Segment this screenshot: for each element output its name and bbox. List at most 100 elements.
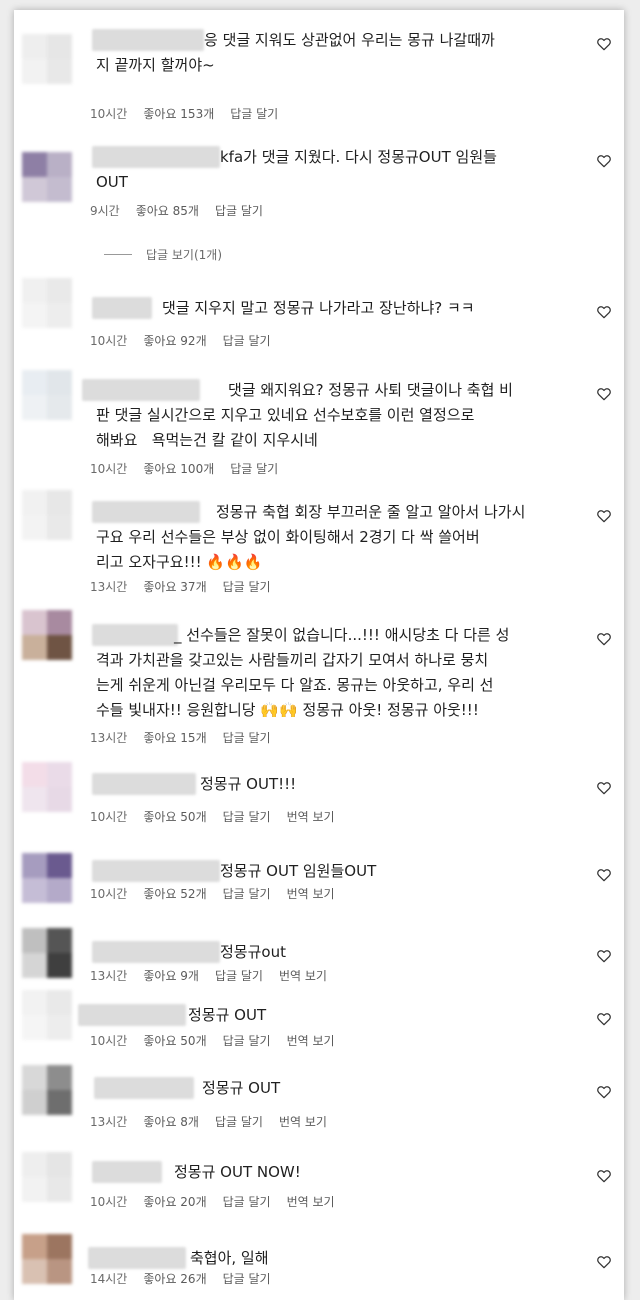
comment-text: 정몽규 OUT [96,1003,596,1028]
raised-hands-emoji: 🙌🙌 [255,701,298,719]
comment-body: 응 댓글 지워도 상관없어 우리는 몽규 나갈때까 지 끝까지 할꺼야~ [96,31,495,74]
reply-button[interactable]: 답글 달기 [215,1113,263,1130]
reply-button[interactable]: 답글 달기 [223,808,271,825]
avatar[interactable] [22,990,72,1040]
heart-icon[interactable] [596,153,612,169]
heart-icon[interactable] [596,386,612,402]
heart-icon[interactable] [596,1254,612,1270]
avatar[interactable] [22,762,72,812]
reply-button[interactable]: 답글 달기 [223,332,271,349]
view-replies-label: 답글 보기(1개) [146,248,223,262]
reply-button[interactable]: 답글 달기 [230,105,278,122]
comment-time: 10시간 [90,462,128,476]
comment-time: 10시간 [90,887,128,901]
comment-meta: 9시간 좋아요 85개 답글 달기 [90,202,279,219]
avatar[interactable] [22,853,72,903]
reply-button[interactable]: 답글 달기 [223,1270,271,1287]
comment-meta: 10시간 좋아요 92개 답글 달기 [90,332,287,349]
avatar[interactable] [22,610,72,660]
reply-button[interactable]: 답글 달기 [223,885,271,902]
comment-text: 정몽규 OUT [96,1076,596,1101]
comment-body: 정몽규 OUT!!! [200,775,297,793]
comment-time: 10시간 [90,1195,128,1209]
comment-time: 13시간 [90,969,128,983]
likes-count[interactable]: 좋아요 37개 [143,578,206,595]
translate-button[interactable]: 번역 보기 [287,1193,335,1210]
fire-emoji: 🔥🔥🔥 [201,553,263,571]
heart-icon[interactable] [596,1084,612,1100]
heart-icon[interactable] [596,304,612,320]
avatar[interactable] [22,928,72,978]
comment-body: 정몽규 OUT [188,1006,267,1024]
comment-text: 댓글 왜지워요? 정몽규 사퇴 댓글이나 축협 비 판 댓글 실시간으로 지우고… [96,378,596,453]
comment-time: 10시간 [90,107,128,121]
comment-text: 정몽규 OUT!!! [96,772,596,797]
avatar[interactable] [22,34,72,84]
avatar[interactable] [22,370,72,420]
comment-body: kfa가 댓글 지웠다. 다시 정몽규OUT 임원들 OUT [96,148,497,191]
comment-meta: 13시간 좋아요 9개 답글 달기 번역 보기 [90,967,343,984]
comment-text: 댓글 지우지 말고 정몽규 나가라고 장난하냐? ㅋㅋ [96,296,596,321]
likes-count[interactable]: 좋아요 8개 [143,1113,199,1130]
avatar[interactable] [22,152,72,202]
comment-time: 10시간 [90,1034,128,1048]
avatar[interactable] [22,1152,72,1202]
heart-icon[interactable] [596,1011,612,1027]
likes-count[interactable]: 좋아요 15개 [143,729,206,746]
translate-button[interactable]: 번역 보기 [287,808,335,825]
reply-button[interactable]: 답글 달기 [223,1032,271,1049]
comment-time: 13시간 [90,731,128,745]
comment-text: kfa가 댓글 지웠다. 다시 정몽규OUT 임원들 OUT [96,145,596,195]
comment-body: 정몽규 OUT [202,1079,281,1097]
heart-icon[interactable] [596,508,612,524]
reply-button[interactable]: 답글 달기 [223,1193,271,1210]
translate-button[interactable]: 번역 보기 [287,885,335,902]
comment-text: _ 선수들은 잘못이 없습니다...!!! 애시당초 다 다른 성 격과 가치관… [96,623,596,723]
comment-body: 정몽규 OUT NOW! [174,1163,301,1181]
comment-body: 정몽규 축협 회장 부끄러운 줄 알고 알아서 나가시 구요 우리 선수들은 부… [96,503,526,571]
avatar[interactable] [22,1234,72,1284]
comment-time: 10시간 [90,810,128,824]
likes-count[interactable]: 좋아요 20개 [143,1193,206,1210]
likes-count[interactable]: 좋아요 50개 [143,808,206,825]
likes-count[interactable]: 좋아요 26개 [143,1270,206,1287]
comment-body-tail: 정몽규 아웃! 정몽규 아웃!!! [297,701,479,719]
comment-text: 정몽규 OUT 임원들OUT [96,859,596,884]
comment-body: 축협아, 일해 [190,1249,269,1267]
comment-text: 정몽규 OUT NOW! [96,1160,596,1185]
likes-count[interactable]: 좋아요 85개 [136,202,199,219]
reply-button[interactable]: 답글 달기 [223,729,271,746]
reply-button[interactable]: 답글 달기 [230,460,278,477]
heart-icon[interactable] [596,780,612,796]
translate-button[interactable]: 번역 보기 [287,1032,335,1049]
comment-meta: 13시간 좋아요 15개 답글 달기 [90,729,287,746]
likes-count[interactable]: 좋아요 153개 [143,105,214,122]
translate-button[interactable]: 번역 보기 [279,967,327,984]
avatar[interactable] [22,490,72,540]
heart-icon[interactable] [596,631,612,647]
avatar[interactable] [22,1065,72,1115]
heart-icon[interactable] [596,36,612,52]
likes-count[interactable]: 좋아요 92개 [143,332,206,349]
reply-button[interactable]: 답글 달기 [223,578,271,595]
view-replies-button[interactable]: 답글 보기(1개) [104,246,222,263]
heart-icon[interactable] [596,1168,612,1184]
comment-meta: 10시간 좋아요 153개 답글 달기 [90,105,294,122]
comment-time: 13시간 [90,1115,128,1129]
reply-button[interactable]: 답글 달기 [215,202,263,219]
comment-meta: 14시간 좋아요 26개 답글 달기 [90,1270,287,1287]
comment-meta: 10시간 좋아요 52개 답글 달기 번역 보기 [90,885,351,902]
comment-meta: 10시간 좋아요 100개 답글 달기 [90,460,294,477]
comment-list: 응 댓글 지워도 상관없어 우리는 몽규 나갈때까 지 끝까지 할꺼야~ 10시간… [14,10,624,1300]
translate-button[interactable]: 번역 보기 [279,1113,327,1130]
avatar[interactable] [22,278,72,328]
likes-count[interactable]: 좋아요 50개 [143,1032,206,1049]
comment-time: 14시간 [90,1272,128,1286]
likes-count[interactable]: 좋아요 52개 [143,885,206,902]
heart-icon[interactable] [596,948,612,964]
likes-count[interactable]: 좋아요 9개 [143,967,199,984]
comment-body: 정몽규out [220,943,286,961]
reply-button[interactable]: 답글 달기 [215,967,263,984]
likes-count[interactable]: 좋아요 100개 [143,460,214,477]
heart-icon[interactable] [596,867,612,883]
